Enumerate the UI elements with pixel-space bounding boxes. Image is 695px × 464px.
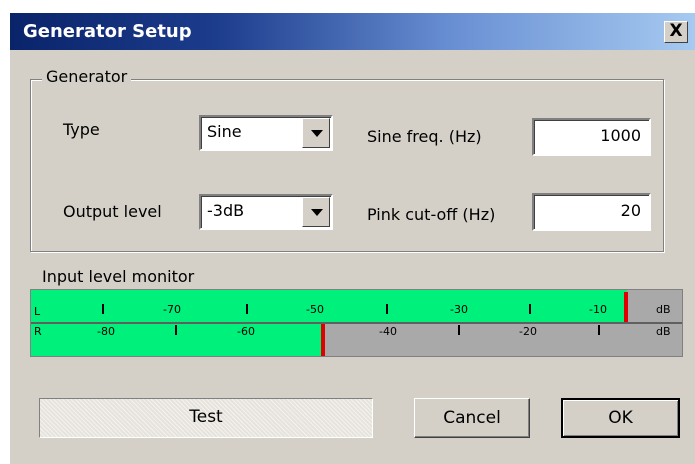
left-tick <box>529 304 531 314</box>
meter-left-peak <box>624 292 628 322</box>
left-unit-label: dB <box>656 303 671 316</box>
pink-cutoff-input[interactable]: 20 <box>532 193 651 231</box>
ok-button[interactable]: OK <box>561 398 680 438</box>
left-tick <box>246 304 248 314</box>
meter-left-channel: L -70 -50 -30 -10 dB <box>31 290 682 322</box>
meter-right-fill <box>31 324 324 356</box>
right-tick <box>175 325 177 335</box>
left-channel-label: L <box>34 305 41 318</box>
test-label: Test <box>189 407 223 427</box>
input-level-meter: L -70 -50 -30 -10 dB R -80 -60 -40 -20 d… <box>30 289 683 357</box>
left-scale-label: -50 <box>306 303 324 316</box>
right-channel-label: R <box>34 325 42 338</box>
sine-freq-label: Sine freq. (Hz) <box>367 127 482 146</box>
right-scale-label: -20 <box>519 325 537 338</box>
left-tick <box>386 304 388 314</box>
right-tick <box>458 325 460 335</box>
right-scale-label: -80 <box>97 325 115 338</box>
meter-right-channel: R -80 -60 -40 -20 dB <box>31 324 682 356</box>
output-level-value: -3dB <box>207 201 245 220</box>
window-title: Generator Setup <box>23 21 192 42</box>
left-scale-label: -30 <box>450 303 468 316</box>
type-select[interactable]: Sine <box>199 115 333 151</box>
meter-right-peak <box>321 324 325 356</box>
right-unit-label: dB <box>656 325 671 338</box>
cancel-label: Cancel <box>443 408 501 428</box>
left-scale-label: -70 <box>163 303 181 316</box>
title-bar[interactable]: Generator Setup X <box>10 13 695 50</box>
type-label: Type <box>63 120 100 139</box>
close-icon: X <box>669 21 683 41</box>
close-button[interactable]: X <box>664 21 688 43</box>
meter-left-fill <box>31 290 627 322</box>
right-tick <box>598 325 600 335</box>
generator-group-label: Generator <box>42 67 132 86</box>
ok-label: OK <box>608 408 633 428</box>
input-level-monitor-label: Input level monitor <box>42 267 195 286</box>
left-scale-label: -10 <box>589 303 607 316</box>
cancel-button[interactable]: Cancel <box>414 398 530 438</box>
type-dropdown-button[interactable] <box>302 118 330 148</box>
right-scale-label: -40 <box>379 325 397 338</box>
sine-freq-input[interactable]: 1000 <box>532 118 651 156</box>
left-tick <box>102 304 104 314</box>
output-level-select[interactable]: -3dB <box>199 194 333 230</box>
output-level-dropdown-button[interactable] <box>302 197 330 227</box>
sine-freq-value: 1000 <box>600 126 641 145</box>
output-level-label: Output level <box>63 202 162 221</box>
pink-cutoff-value: 20 <box>620 201 641 220</box>
pink-cutoff-label: Pink cut-off (Hz) <box>367 205 496 224</box>
right-scale-label: -60 <box>237 325 255 338</box>
type-value: Sine <box>207 122 242 141</box>
test-button[interactable]: Test <box>39 398 373 438</box>
